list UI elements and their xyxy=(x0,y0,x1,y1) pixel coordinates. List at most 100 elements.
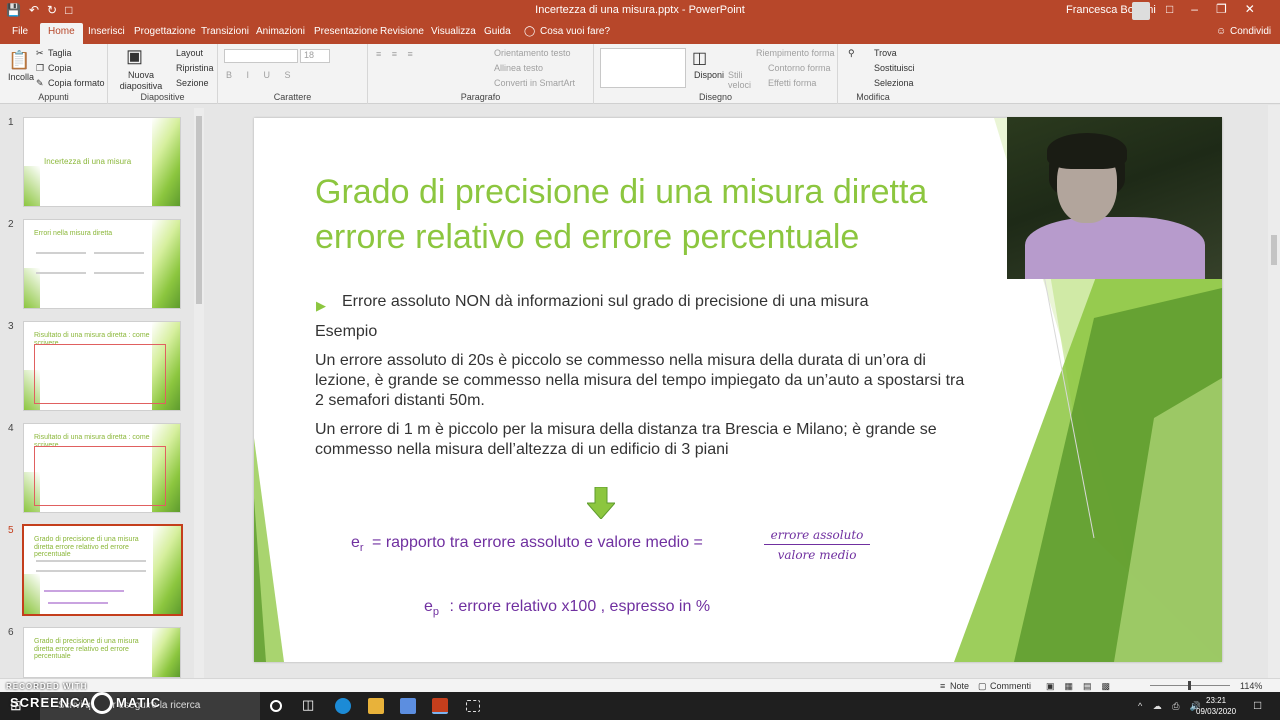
list-buttons[interactable]: ≡ ≡ ≡ xyxy=(376,49,417,59)
new-slide-button[interactable]: Nuova diapositiva xyxy=(114,70,168,92)
replace-button[interactable]: Sostituisci xyxy=(874,63,915,73)
percent-error-formula[interactable]: ep : errore relativo x100 , espresso in … xyxy=(424,598,710,618)
tab-insert[interactable]: Inserisci xyxy=(88,26,125,37)
tab-review[interactable]: Revisione xyxy=(380,26,424,37)
thumb-title: Errori nella misura diretta xyxy=(34,230,113,237)
relative-error-formula[interactable]: er = rapporto tra errore assoluto e valo… xyxy=(351,534,703,554)
text-direction-button[interactable]: Orientamento testo xyxy=(494,48,571,58)
status-bar: ≡ Note ▢ Commenti ▣▦▤▩ 114% xyxy=(0,678,1280,692)
quick-styles-button[interactable]: Stili veloci xyxy=(728,70,758,90)
slide-thumbnail-4[interactable]: Risultato di una misura diretta : come s… xyxy=(23,423,181,513)
watermark-brand-2: MATIC xyxy=(116,695,162,710)
close-icon[interactable]: ✕ xyxy=(1245,2,1255,16)
minimize-icon[interactable]: – xyxy=(1191,2,1198,16)
tab-home[interactable]: Home xyxy=(40,23,83,44)
maximize-icon[interactable]: ❐ xyxy=(1216,2,1227,16)
presenter-hair xyxy=(1047,133,1127,169)
slide-thumbnail-1[interactable]: Incertezza di una misura xyxy=(23,117,181,207)
thumb-number: 1 xyxy=(8,117,14,128)
format-painter-button[interactable]: Copia formato xyxy=(48,78,105,88)
font-size-field[interactable]: 18 xyxy=(300,49,330,63)
bullet-triangle-icon: ▶ xyxy=(316,298,326,313)
clock-time: 23:21 xyxy=(1206,696,1227,705)
bullet-text[interactable]: Errore assoluto NON dà informazioni sul … xyxy=(342,292,982,312)
paste-icon[interactable]: 📋 xyxy=(8,50,30,71)
font-name-field[interactable] xyxy=(224,49,298,63)
share-button[interactable]: Condividi xyxy=(1230,26,1271,37)
windows-taskbar: ⊞ Scrivi qui per eseguire la ricerca ◫ ^… xyxy=(0,692,1280,720)
window-controls: □ – ❐ ✕ xyxy=(1166,2,1255,16)
file-explorer-icon[interactable] xyxy=(368,698,384,714)
align-text-button[interactable]: Allinea testo xyxy=(494,63,543,73)
new-slide-icon[interactable]: ▣ xyxy=(126,46,143,67)
thumb-title: Incertezza di una misura xyxy=(44,157,132,166)
avatar[interactable] xyxy=(1132,2,1150,20)
thumb-decoration xyxy=(152,220,180,308)
shape-fill-button[interactable]: Riempimento forma xyxy=(756,48,835,58)
tab-transitions[interactable]: Transizioni xyxy=(201,26,249,37)
tab-view[interactable]: Visualizza xyxy=(431,26,476,37)
shape-outline-button[interactable]: Contorno forma xyxy=(768,63,831,73)
fraction-numerator: errore assoluto xyxy=(770,528,864,542)
paragraph-group: ≡ ≡ ≡ Orientamento testo Allinea testo C… xyxy=(368,44,594,104)
thumbnails-scrollbar[interactable] xyxy=(194,108,204,678)
comments-button[interactable]: Commenti xyxy=(990,681,1031,691)
task-view-icon[interactable]: ◫ xyxy=(302,697,318,713)
smartart-button[interactable]: Converti in SmartArt xyxy=(494,78,575,88)
copy-button[interactable]: Copia xyxy=(48,63,72,73)
watermark-recorded: RECORDED WITH xyxy=(6,682,88,691)
thumb-decoration xyxy=(24,574,40,614)
edge-icon[interactable] xyxy=(335,698,351,714)
slides-group: ▣ Nuova diapositiva Layout Ripristina Se… xyxy=(108,44,218,104)
tell-me-search[interactable]: Cosa vuoi fare? xyxy=(540,26,610,37)
scrollbar-thumb[interactable] xyxy=(1271,235,1277,265)
editor-scrollbar[interactable] xyxy=(1268,105,1280,678)
snipping-icon[interactable] xyxy=(466,700,480,712)
thumb-number: 6 xyxy=(8,627,14,638)
cut-button[interactable]: Taglia xyxy=(48,48,72,58)
fraction-bar xyxy=(764,544,870,545)
view-buttons[interactable]: ▣▦▤▩ xyxy=(1046,681,1120,692)
slide-thumbnail-3[interactable]: Risultato di una misura diretta : come s… xyxy=(23,321,181,411)
select-button[interactable]: Seleziona xyxy=(874,78,914,88)
thumb-title: Grado di precisione di una misura dirett… xyxy=(34,536,139,559)
slide-thumbnail-6[interactable]: Grado di precisione di una misura dirett… xyxy=(23,627,181,678)
thumb-line xyxy=(44,590,124,592)
reset-button[interactable]: Ripristina xyxy=(176,63,214,73)
section-button[interactable]: Sezione xyxy=(176,78,209,88)
notifications-icon[interactable]: □ xyxy=(1254,698,1270,714)
tab-animations[interactable]: Animazioni xyxy=(256,26,305,37)
font-format-buttons[interactable]: B I U S xyxy=(226,70,297,80)
presenter-shirt xyxy=(1025,217,1205,279)
zoom-level[interactable]: 114% xyxy=(1240,681,1262,691)
cortana-icon[interactable] xyxy=(270,700,282,712)
shape-effects-button[interactable]: Effetti forma xyxy=(768,78,816,88)
arrange-icon[interactable]: ◫ xyxy=(692,48,707,68)
er-symbol: e xyxy=(351,534,360,551)
paste-button[interactable]: Incolla xyxy=(8,72,34,82)
shapes-gallery[interactable] xyxy=(600,48,686,88)
ribbon-display-icon[interactable]: □ xyxy=(1166,2,1173,16)
taskbar-clock[interactable]: 23:21 09/03/2020 xyxy=(1196,695,1236,717)
editing-label: Modifica xyxy=(856,92,890,102)
arrange-button[interactable]: Disponi xyxy=(694,70,724,80)
paragraph-1[interactable]: Un errore assoluto di 20s è piccolo se c… xyxy=(315,351,965,411)
tab-help[interactable]: Guida xyxy=(484,26,511,37)
layout-button[interactable]: Layout xyxy=(176,48,203,58)
powerpoint-icon[interactable] xyxy=(432,698,448,714)
slide-title[interactable]: Grado di precisione di una misura dirett… xyxy=(315,170,1015,260)
slide-thumbnail-2[interactable]: Errori nella misura diretta xyxy=(23,219,181,309)
example-label[interactable]: Esempio xyxy=(315,322,377,342)
tab-slideshow[interactable]: Presentazione xyxy=(314,26,378,37)
zoom-slider-thumb[interactable] xyxy=(1188,681,1191,690)
thumb-line xyxy=(36,570,146,572)
thumb-decoration xyxy=(24,268,40,308)
scrollbar-thumb[interactable] xyxy=(196,116,202,304)
tab-file[interactable]: File xyxy=(12,26,28,37)
notes-button[interactable]: Note xyxy=(950,681,969,691)
tab-design[interactable]: Progettazione xyxy=(134,26,196,37)
store-icon[interactable] xyxy=(400,698,416,714)
find-button[interactable]: Trova xyxy=(874,48,897,58)
paragraph-2[interactable]: Un errore di 1 m è piccolo per la misura… xyxy=(315,420,965,460)
slide-thumbnail-5[interactable]: Grado di precisione di una misura dirett… xyxy=(22,524,183,616)
